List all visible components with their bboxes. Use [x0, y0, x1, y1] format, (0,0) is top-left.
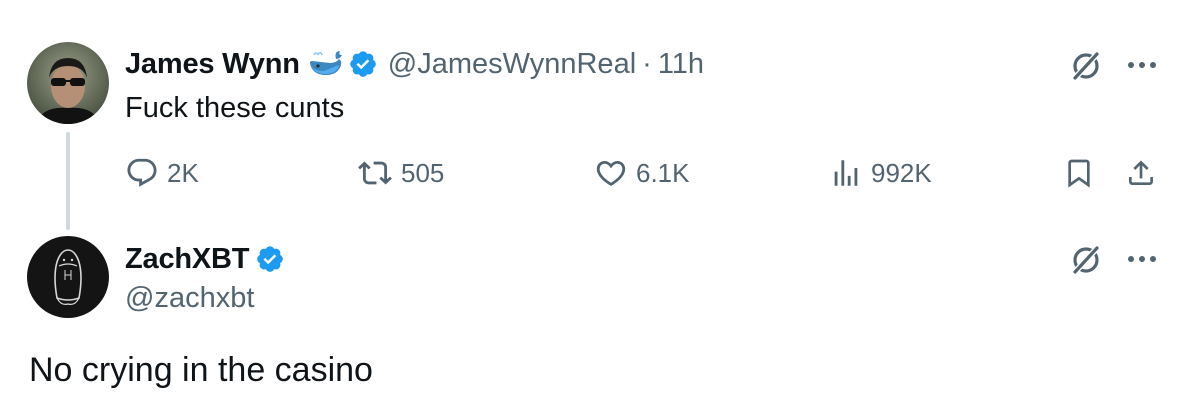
reply-header: ZachXBT [125, 242, 285, 276]
thread-connector-line [66, 132, 70, 230]
repost-button[interactable]: 505 [357, 156, 444, 190]
share-icon[interactable] [1124, 156, 1158, 190]
tweet-header: James Wynn @JamesWynnReal · 11h [125, 47, 704, 81]
grok-icon[interactable] [1066, 240, 1106, 280]
reply-icon [127, 158, 157, 187]
timestamp[interactable]: 11h [658, 47, 704, 81]
like-icon [596, 160, 626, 186]
whale-icon [308, 49, 344, 79]
more-icon[interactable] [1122, 50, 1162, 80]
views-button[interactable]: 992K [829, 156, 932, 190]
like-button[interactable]: 6.1K [594, 156, 690, 190]
author-name[interactable]: James Wynn [125, 47, 300, 81]
tweet-text: Fuck these cunts [125, 92, 345, 124]
reply-text: No crying in the casino [29, 351, 373, 389]
grok-icon[interactable] [1066, 46, 1106, 86]
separator-dot: · [642, 48, 652, 80]
bookmark-icon[interactable] [1062, 156, 1096, 190]
author-handle[interactable]: @JamesWynnReal [388, 47, 636, 81]
views-count: 992K [871, 157, 932, 188]
verified-badge-icon[interactable] [255, 244, 285, 274]
reply-author-name[interactable]: ZachXBT [125, 242, 249, 276]
reply-count: 2K [167, 157, 199, 188]
avatar-james-wynn[interactable] [27, 42, 109, 124]
like-count: 6.1K [636, 157, 690, 188]
reply-author-handle[interactable]: @zachxbt [125, 281, 254, 315]
repost-icon [358, 161, 392, 185]
views-icon [834, 160, 858, 186]
more-icon[interactable] [1122, 244, 1162, 274]
reply-button[interactable]: 2K [125, 156, 199, 190]
avatar-zachxbt[interactable] [27, 236, 109, 318]
repost-count: 505 [401, 157, 445, 188]
verified-badge-icon[interactable] [348, 49, 378, 79]
